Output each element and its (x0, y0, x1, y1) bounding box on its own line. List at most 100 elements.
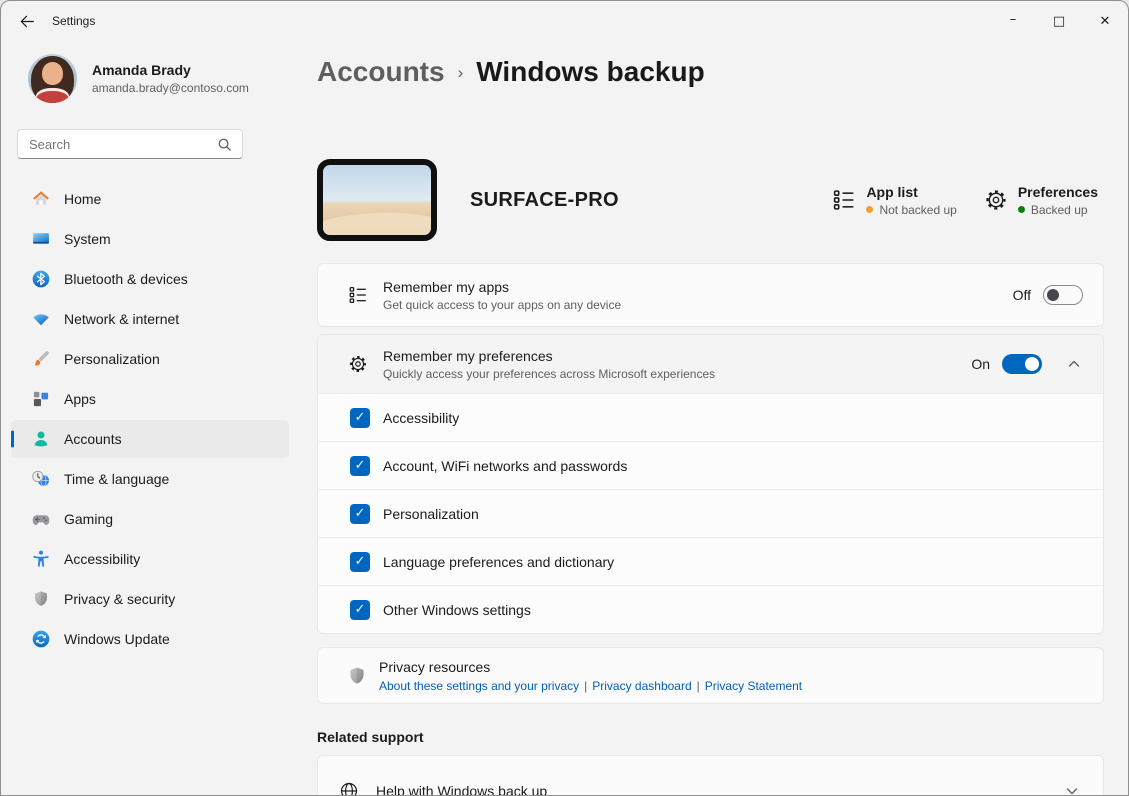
home-icon (31, 189, 51, 209)
user-name: Amanda Brady (92, 62, 249, 78)
privacy-statement-link[interactable]: Privacy Statement (705, 679, 802, 693)
sidebar-item-privacy-security[interactable]: Privacy & security (11, 580, 289, 618)
person-icon (31, 429, 51, 449)
apps-icon (31, 389, 51, 409)
preferences-status: Preferences Backed up (984, 184, 1098, 217)
related-support-label: Help with Windows back up (376, 783, 547, 796)
settings-window: Settings – □ ✕ Amanda Brady amanda.brady… (0, 0, 1129, 796)
window-controls: – □ ✕ (990, 1, 1128, 41)
breadcrumb: Accounts › Windows backup (317, 55, 1104, 88)
search-box (17, 129, 243, 159)
sidebar-item-accounts[interactable]: Accounts (11, 420, 289, 458)
sidebar-item-label: Privacy & security (64, 591, 175, 607)
privacy-settings-link[interactable]: About these settings and your privacy (379, 679, 579, 693)
sidebar-item-bluetooth-devices[interactable]: Bluetooth & devices (11, 260, 289, 298)
paintbrush-icon (31, 349, 51, 369)
sidebar-item-apps[interactable]: Apps (11, 380, 289, 418)
chevron-up-icon (1067, 357, 1081, 371)
preference-row-accessibility: ✓ Accessibility (318, 393, 1103, 441)
sidebar-item-label: Windows Update (64, 631, 170, 647)
sidebar-item-time-language[interactable]: Time & language (11, 460, 289, 498)
help-with-windows-backup-row[interactable]: Help with Windows back up (317, 755, 1104, 796)
minimize-button[interactable]: – (990, 1, 1036, 41)
sidebar: Amanda Brady amanda.brady@contoso.com Ho… (1, 41, 301, 660)
sidebar-item-home[interactable]: Home (11, 180, 289, 218)
maximize-button[interactable]: □ (1036, 1, 1082, 41)
chevron-down-icon[interactable] (1065, 784, 1079, 796)
page-title: Windows backup (476, 55, 704, 88)
main-content: Accounts › Windows backup SURFACE-PRO Ap… (317, 41, 1104, 796)
app-list-icon (832, 188, 856, 212)
preference-row-personalization: ✓ Personalization (318, 489, 1103, 537)
remember-apps-toggle[interactable] (1043, 285, 1083, 305)
setting-subtitle: Quickly access your preferences across M… (383, 367, 715, 381)
sidebar-item-label: Apps (64, 391, 96, 407)
account-wifi-checkbox[interactable]: ✓ (350, 456, 370, 476)
status-dot-warning (866, 206, 873, 213)
setting-subtitle: Get quick access to your apps on any dev… (383, 298, 621, 312)
sidebar-item-accessibility[interactable]: Accessibility (11, 540, 289, 578)
setting-title: Remember my apps (383, 279, 621, 295)
sidebar-item-label: Gaming (64, 511, 113, 527)
remember-preferences-toggle[interactable] (1002, 354, 1042, 374)
sidebar-item-personalization[interactable]: Personalization (11, 340, 289, 378)
back-arrow-icon (19, 14, 34, 29)
app-list-status: App list Not backed up (832, 184, 956, 217)
remember-my-apps-card: Remember my apps Get quick access to you… (317, 263, 1104, 327)
other-settings-checkbox[interactable]: ✓ (350, 600, 370, 620)
bluetooth-icon (31, 269, 51, 289)
back-button[interactable] (7, 1, 45, 41)
checkbox-label: Other Windows settings (383, 602, 531, 618)
preference-row-account-wifi: ✓ Account, WiFi networks and passwords (318, 441, 1103, 489)
avatar (28, 54, 77, 103)
sidebar-item-gaming[interactable]: Gaming (11, 500, 289, 538)
sidebar-item-label: Network & internet (64, 311, 179, 327)
sidebar-item-system[interactable]: System (11, 220, 289, 258)
sidebar-item-label: System (64, 231, 111, 247)
device-image (317, 159, 437, 241)
search-input[interactable] (18, 137, 217, 152)
language-checkbox[interactable]: ✓ (350, 552, 370, 572)
gamepad-icon (31, 509, 51, 529)
privacy-resources-title: Privacy resources (379, 659, 802, 675)
sidebar-item-label: Time & language (64, 471, 169, 487)
remember-preferences-header[interactable]: Remember my preferences Quickly access y… (318, 335, 1103, 393)
account-profile[interactable]: Amanda Brady amanda.brady@contoso.com (1, 41, 301, 103)
close-button[interactable]: ✕ (1082, 1, 1128, 41)
status-text: Not backed up (879, 203, 956, 217)
privacy-dashboard-link[interactable]: Privacy dashboard (592, 679, 691, 693)
related-support-heading: Related support (317, 729, 1104, 745)
search-icon[interactable] (217, 137, 242, 152)
collapse-button[interactable] (1065, 355, 1083, 373)
update-icon (31, 629, 51, 649)
status-label: App list (866, 184, 956, 200)
toggle-state-label: Off (1013, 287, 1031, 303)
gear-icon (348, 354, 368, 374)
checkbox-label: Language preferences and dictionary (383, 554, 614, 570)
sidebar-item-label: Accounts (64, 431, 122, 447)
user-email: amanda.brady@contoso.com (92, 81, 249, 95)
system-icon (31, 229, 51, 249)
device-name: SURFACE-PRO (470, 189, 619, 212)
wifi-icon (31, 309, 51, 329)
titlebar: Settings – □ ✕ (1, 1, 1128, 41)
status-label: Preferences (1018, 184, 1098, 200)
sidebar-item-label: Home (64, 191, 101, 207)
accessibility-checkbox[interactable]: ✓ (350, 408, 370, 428)
link-separator: | (697, 679, 700, 693)
toggle-state-label: On (971, 356, 990, 372)
personalization-checkbox[interactable]: ✓ (350, 504, 370, 524)
setting-title: Remember my preferences (383, 348, 715, 364)
sidebar-item-windows-update[interactable]: Windows Update (11, 620, 289, 658)
preference-row-language: ✓ Language preferences and dictionary (318, 537, 1103, 585)
remember-my-preferences-card: Remember my preferences Quickly access y… (317, 334, 1104, 634)
accessibility-person-icon (31, 549, 51, 569)
sidebar-item-label: Accessibility (64, 551, 140, 567)
breadcrumb-accounts[interactable]: Accounts (317, 55, 445, 88)
gear-icon (984, 188, 1008, 212)
sidebar-item-network-internet[interactable]: Network & internet (11, 300, 289, 338)
checkbox-label: Accessibility (383, 410, 459, 426)
sidebar-item-label: Bluetooth & devices (64, 271, 188, 287)
backup-statuses: App list Not backed up Preferences (832, 184, 1104, 217)
sidebar-nav: Home System Bluetooth & devices Network … (1, 180, 301, 658)
